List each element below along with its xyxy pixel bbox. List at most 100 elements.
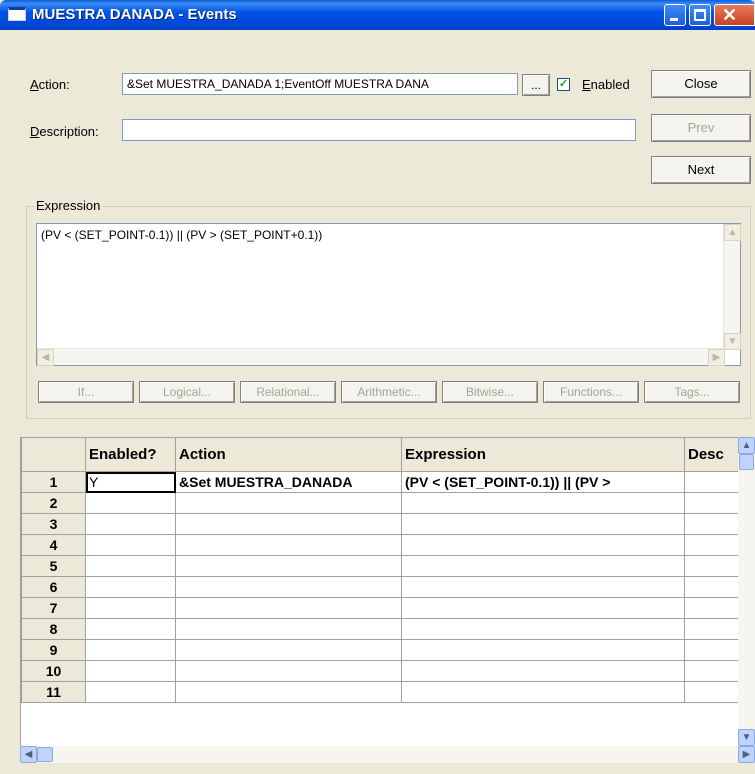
- cell-expression[interactable]: (PV < (SET_POINT-0.1)) || (PV >: [401, 471, 685, 493]
- scroll-left-icon[interactable]: ◀: [37, 349, 54, 366]
- cell-action[interactable]: [175, 639, 402, 661]
- row-number[interactable]: 7: [21, 597, 86, 619]
- table-row[interactable]: 7: [21, 597, 745, 619]
- action-browse-button[interactable]: ...: [522, 74, 550, 96]
- relational-button[interactable]: Relational...: [240, 381, 336, 403]
- row-number[interactable]: 4: [21, 534, 86, 556]
- row-number[interactable]: 9: [21, 639, 86, 661]
- cell-enabled[interactable]: [85, 492, 176, 514]
- cell-description[interactable]: [684, 471, 745, 493]
- cell-expression[interactable]: [401, 597, 685, 619]
- if-button[interactable]: If...: [38, 381, 134, 403]
- cell-action[interactable]: [175, 534, 402, 556]
- functions-button[interactable]: Functions...: [543, 381, 639, 403]
- cell-enabled[interactable]: [85, 513, 176, 535]
- cell-enabled[interactable]: [85, 618, 176, 640]
- cell-action[interactable]: [175, 492, 402, 514]
- cell-enabled[interactable]: [85, 597, 176, 619]
- enabled-checkbox[interactable]: ✓: [557, 78, 570, 91]
- cell-enabled[interactable]: Y: [85, 471, 176, 493]
- scroll-right-icon[interactable]: ▶: [708, 349, 725, 366]
- cell-description[interactable]: [684, 576, 745, 598]
- cell-enabled[interactable]: [85, 681, 176, 703]
- cell-expression[interactable]: [401, 555, 685, 577]
- close-button[interactable]: Close: [651, 70, 751, 98]
- cell-action[interactable]: [175, 660, 402, 682]
- cell-description[interactable]: [684, 639, 745, 661]
- row-number[interactable]: 5: [21, 555, 86, 577]
- cell-expression[interactable]: [401, 513, 685, 535]
- cell-expression[interactable]: [401, 639, 685, 661]
- expression-vertical-scrollbar[interactable]: ▲ ▼: [723, 224, 741, 350]
- cell-expression[interactable]: [401, 576, 685, 598]
- grid-vertical-thumb[interactable]: [739, 454, 754, 470]
- logical-button[interactable]: Logical...: [139, 381, 235, 403]
- row-number[interactable]: 1: [21, 471, 86, 493]
- scroll-up-icon[interactable]: ▲: [724, 224, 741, 241]
- cell-action[interactable]: [175, 576, 402, 598]
- cell-enabled[interactable]: [85, 639, 176, 661]
- prev-button[interactable]: Prev: [651, 114, 751, 142]
- arithmetic-button[interactable]: Arithmetic...: [341, 381, 437, 403]
- maximize-button[interactable]: [689, 4, 711, 26]
- grid-horizontal-thumb[interactable]: [37, 747, 53, 762]
- cell-description[interactable]: [684, 534, 745, 556]
- cell-description[interactable]: [684, 597, 745, 619]
- table-row[interactable]: 4: [21, 534, 745, 556]
- grid-vertical-scrollbar[interactable]: ▲ ▼: [738, 437, 755, 746]
- row-number[interactable]: 10: [21, 660, 86, 682]
- table-row[interactable]: 10: [21, 660, 745, 682]
- cell-action[interactable]: [175, 513, 402, 535]
- action-field[interactable]: &Set MUESTRA_DANADA 1;EventOff MUESTRA D…: [122, 73, 518, 95]
- cell-description[interactable]: [684, 660, 745, 682]
- window-close-button[interactable]: ✕: [714, 4, 755, 26]
- events-grid[interactable]: Enabled? Action Expression Desc 1 Y &Set…: [20, 437, 755, 746]
- grid-scroll-down-icon[interactable]: ▼: [738, 729, 755, 746]
- bitwise-button[interactable]: Bitwise...: [442, 381, 538, 403]
- grid-scroll-up-icon[interactable]: ▲: [738, 437, 755, 454]
- cell-description[interactable]: [684, 555, 745, 577]
- cell-expression[interactable]: [401, 492, 685, 514]
- row-number[interactable]: 8: [21, 618, 86, 640]
- table-row[interactable]: 5: [21, 555, 745, 577]
- table-row[interactable]: 9: [21, 639, 745, 661]
- cell-expression[interactable]: [401, 618, 685, 640]
- row-number[interactable]: 6: [21, 576, 86, 598]
- table-row[interactable]: 3: [21, 513, 745, 535]
- cell-action[interactable]: [175, 618, 402, 640]
- cell-enabled[interactable]: [85, 660, 176, 682]
- column-header-expression[interactable]: Expression: [401, 437, 685, 472]
- tags-button[interactable]: Tags...: [644, 381, 740, 403]
- column-header-description[interactable]: Desc: [684, 437, 745, 472]
- grid-scroll-right-icon[interactable]: ▶: [738, 746, 755, 763]
- description-field[interactable]: [122, 119, 636, 141]
- expression-editor[interactable]: (PV < (SET_POINT-0.1)) || (PV > (SET_POI…: [36, 223, 741, 366]
- cell-expression[interactable]: [401, 534, 685, 556]
- table-row[interactable]: 2: [21, 492, 745, 514]
- cell-action[interactable]: [175, 555, 402, 577]
- table-row[interactable]: 1 Y &Set MUESTRA_DANADA (PV < (SET_POINT…: [21, 471, 745, 493]
- row-number[interactable]: 3: [21, 513, 86, 535]
- cell-description[interactable]: [684, 513, 745, 535]
- cell-enabled[interactable]: [85, 555, 176, 577]
- grid-horizontal-scrollbar[interactable]: ◀ ▶: [20, 746, 755, 763]
- next-button[interactable]: Next: [651, 156, 751, 184]
- row-number[interactable]: 11: [21, 681, 86, 703]
- row-number[interactable]: 2: [21, 492, 86, 514]
- cell-description[interactable]: [684, 492, 745, 514]
- cell-expression[interactable]: [401, 681, 685, 703]
- column-header-action[interactable]: Action: [175, 437, 402, 472]
- expression-horizontal-scrollbar[interactable]: ◀ ▶: [37, 348, 725, 366]
- column-header-enabled[interactable]: Enabled?: [85, 437, 176, 472]
- scroll-down-icon[interactable]: ▼: [724, 333, 741, 350]
- cell-action[interactable]: &Set MUESTRA_DANADA: [175, 471, 402, 493]
- table-row[interactable]: 11: [21, 681, 745, 703]
- table-row[interactable]: 6: [21, 576, 745, 598]
- grid-scroll-left-icon[interactable]: ◀: [20, 746, 37, 763]
- cell-expression[interactable]: [401, 660, 685, 682]
- cell-action[interactable]: [175, 681, 402, 703]
- cell-description[interactable]: [684, 618, 745, 640]
- cell-action[interactable]: [175, 597, 402, 619]
- grid-corner[interactable]: [21, 437, 86, 472]
- title-bar[interactable]: MUESTRA DANADA - Events ✕: [0, 0, 755, 30]
